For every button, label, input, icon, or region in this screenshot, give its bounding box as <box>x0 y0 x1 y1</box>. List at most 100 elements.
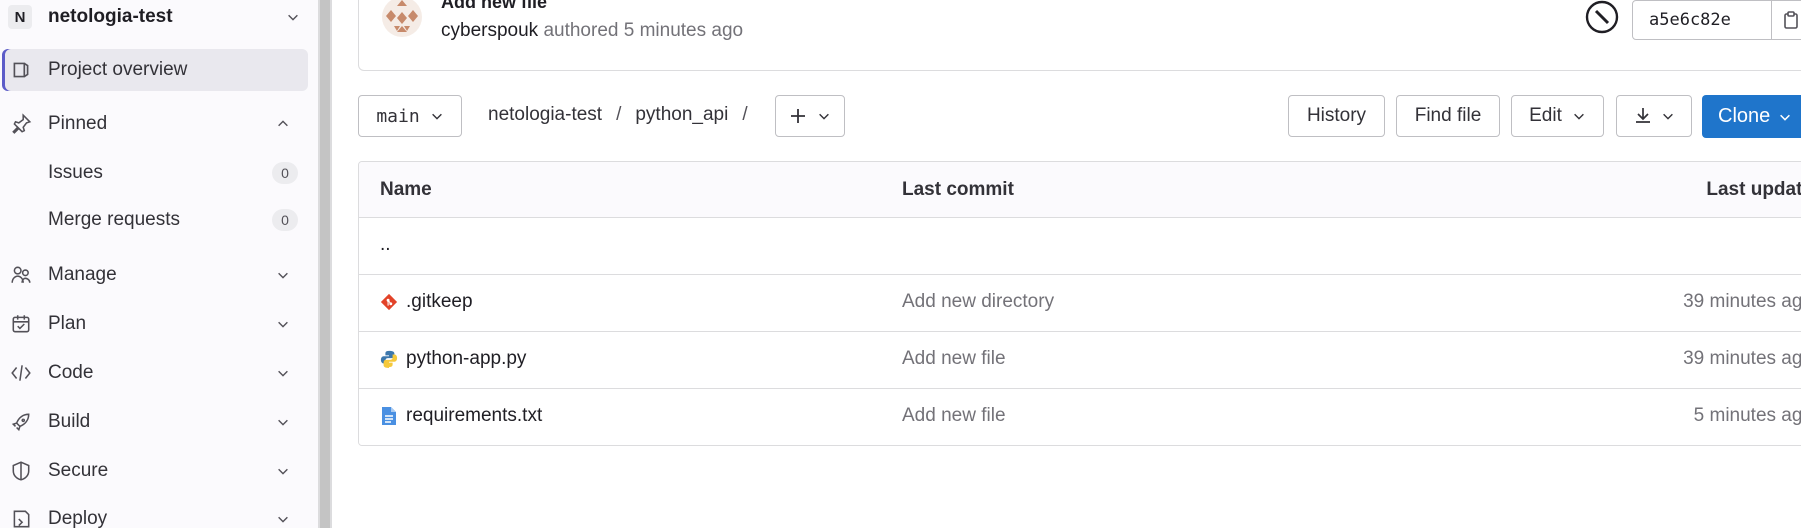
file-name[interactable]: .. <box>380 234 391 256</box>
sidebar-section-pinned[interactable]: Pinned <box>2 103 308 145</box>
sidebar: N netologia-test Project overview Pinned… <box>0 0 319 528</box>
last-update-time: 39 minutes ago <box>1683 348 1801 369</box>
last-update-time: 5 minutes ago <box>1693 405 1801 426</box>
chevron-down-icon <box>288 14 298 21</box>
sidebar-section-label: Build <box>48 411 91 432</box>
copy-icon[interactable] <box>1782 10 1800 30</box>
find-file-button-label: Find file <box>1414 105 1482 126</box>
chevron-down-icon <box>278 272 288 279</box>
pipeline-skipped-icon[interactable] <box>1585 0 1619 34</box>
chevron-down-icon <box>1780 114 1791 121</box>
commit-author-link[interactable]: cyberspouk <box>441 20 538 41</box>
users-icon <box>11 266 31 283</box>
file-name-link[interactable]: .gitkeep <box>380 291 473 313</box>
last-update-time: 39 minutes ago <box>1683 291 1801 312</box>
history-button-label: History <box>1306 105 1367 126</box>
chevron-down-icon <box>1574 113 1584 120</box>
sidebar-section-code[interactable]: Code <box>2 352 308 394</box>
file-name-link[interactable]: requirements.txt <box>380 405 542 427</box>
table-row[interactable]: .gitkeep Add new directory 39 minutes ag… <box>359 275 1801 332</box>
sidebar-section-label: Manage <box>48 264 117 285</box>
table-row[interactable]: python-app.py Add new file 39 minutes ag… <box>359 332 1801 389</box>
deploy-icon <box>13 510 30 528</box>
rocket-icon <box>11 413 30 432</box>
chevron-down-icon <box>431 113 442 120</box>
project-icon <box>13 62 29 78</box>
sidebar-item-label: Project overview <box>48 59 188 80</box>
column-header-last-commit: Last commit <box>902 179 1014 200</box>
table-header: Name Last commit Last update <box>359 162 1801 218</box>
shield-icon <box>12 461 30 481</box>
last-commit-message[interactable]: Add new file <box>902 348 1006 370</box>
breadcrumb-item[interactable]: python_api <box>635 104 728 126</box>
sidebar-section-deploy[interactable]: Deploy <box>2 498 308 528</box>
sidebar-section-plan[interactable]: Plan <box>2 303 308 345</box>
edit-button-label: Edit <box>1529 105 1562 126</box>
sidebar-item-project-overview[interactable]: Project overview <box>2 49 308 91</box>
sidebar-section-secure[interactable]: Secure <box>2 450 308 492</box>
commit-meta: cyberspouk authored 5 minutes ago <box>441 20 743 42</box>
sidebar-section-label: Secure <box>48 460 109 481</box>
chevron-down-icon <box>819 113 829 120</box>
branch-selector[interactable]: main <box>358 95 462 137</box>
sidebar-section-label: Plan <box>48 313 87 334</box>
chevron-down-icon <box>278 419 288 426</box>
sidebar-section-label: Deploy <box>48 508 108 528</box>
sidebar-section-build[interactable]: Build <box>2 401 308 443</box>
chevron-down-icon <box>1663 113 1673 120</box>
add-to-tree-dropdown[interactable] <box>775 95 845 137</box>
commit-authored-time: authored 5 minutes ago <box>543 20 744 41</box>
breadcrumb: netologia-test / python_api / <box>488 104 748 126</box>
text-file-icon <box>382 407 396 425</box>
chevron-up-icon <box>278 120 288 127</box>
thumbtack-icon <box>12 113 32 134</box>
clone-button-label: Clone <box>1718 105 1771 127</box>
sidebar-item-label: Merge requests <box>48 209 181 230</box>
edit-dropdown[interactable]: Edit <box>1511 95 1604 137</box>
column-header-name: Name <box>380 179 432 200</box>
chevron-down-icon <box>278 468 288 475</box>
calendar-icon <box>12 315 30 333</box>
project-avatar: N <box>8 5 32 29</box>
python-icon <box>380 350 398 368</box>
branch-name: main <box>376 105 420 127</box>
sidebar-scrollbar[interactable] <box>318 0 332 528</box>
chevron-down-icon <box>278 321 288 328</box>
breadcrumb-separator: / <box>742 104 748 125</box>
sidebar-item-issues[interactable]: Issues 0 <box>2 152 308 194</box>
history-button[interactable]: History <box>1288 95 1385 137</box>
last-commit-message[interactable]: Add new directory <box>902 291 1054 313</box>
divider <box>1771 1 1772 39</box>
sidebar-section-manage[interactable]: Manage <box>2 254 308 296</box>
table-row[interactable]: requirements.txt Add new file 5 minutes … <box>359 389 1801 445</box>
file-name-link[interactable]: python-app.py <box>380 348 526 370</box>
code-icon <box>11 365 31 381</box>
merge-requests-count-badge: 0 <box>272 209 298 231</box>
project-name: netologia-test <box>48 6 173 27</box>
chevron-down-icon <box>278 370 288 377</box>
clone-dropdown[interactable]: Clone <box>1702 95 1801 138</box>
download-icon <box>1636 108 1650 123</box>
commit-title[interactable]: Add new file <box>441 0 547 13</box>
project-context-switcher[interactable]: N netologia-test <box>0 0 318 34</box>
sidebar-section-label: Pinned <box>48 113 108 134</box>
table-row-parent-directory[interactable]: .. <box>359 218 1801 275</box>
sidebar-item-merge-requests[interactable]: Merge requests 0 <box>2 199 308 241</box>
breadcrumb-separator: / <box>616 104 622 125</box>
commit-sha-group: a5e6c82e <box>1632 0 1801 40</box>
find-file-button[interactable]: Find file <box>1396 95 1500 137</box>
commit-sha[interactable]: a5e6c82e <box>1649 10 1757 30</box>
last-commit-panel: Add new file cyberspouk authored 5 minut… <box>358 0 1801 71</box>
chevron-down-icon <box>278 516 288 523</box>
last-commit-message[interactable]: Add new file <box>902 405 1006 427</box>
scrollbar-thumb[interactable] <box>320 0 330 528</box>
download-dropdown[interactable] <box>1616 95 1692 137</box>
column-header-last-update: Last update <box>1706 179 1801 200</box>
breadcrumb-item[interactable]: netologia-test <box>488 104 602 126</box>
sidebar-section-label: Code <box>48 362 94 383</box>
author-avatar[interactable] <box>381 0 423 38</box>
file-tree-table: Name Last commit Last update .. .gitkeep… <box>358 161 1801 446</box>
issues-count-badge: 0 <box>272 162 298 184</box>
git-icon <box>380 293 398 311</box>
sidebar-item-label: Issues <box>48 162 103 183</box>
